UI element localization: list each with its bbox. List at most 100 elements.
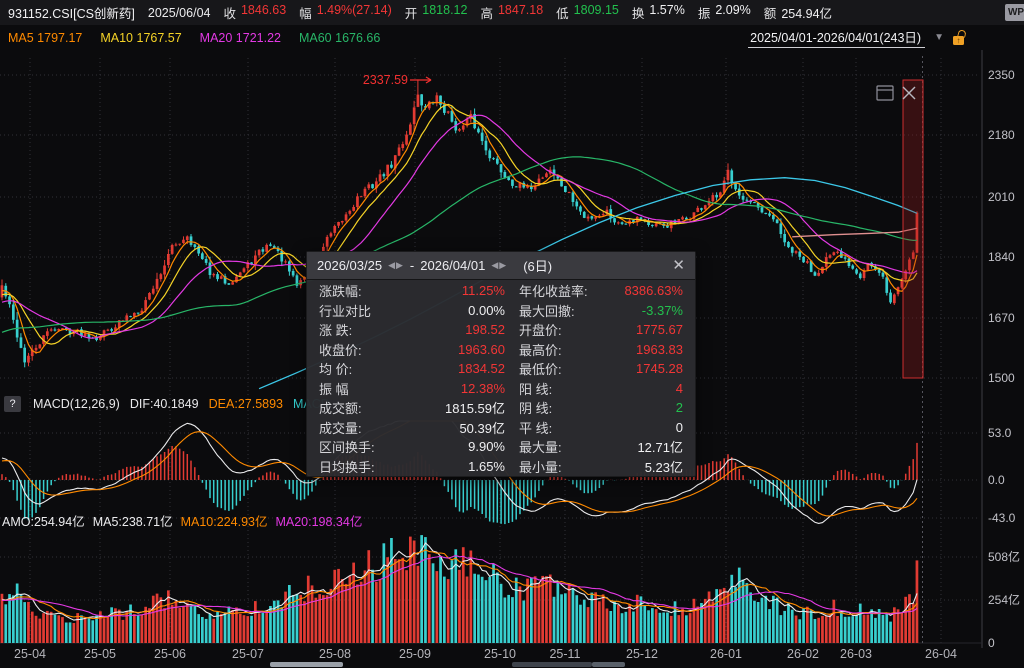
stat-label: 均 价: — [319, 359, 399, 378]
x-axis-month-label: 25-04 — [14, 647, 46, 661]
stat-value: 0 — [603, 420, 683, 435]
ma-legend-item: MA5 1797.17 — [8, 31, 82, 45]
amo-legend-item: MA20:198.34亿 — [275, 511, 362, 530]
popup-stat-row: 振 幅12.38%阳 线:4 — [307, 379, 695, 399]
stat-value: 9.90% — [399, 439, 505, 454]
stat-label: 涨 跌: — [319, 320, 399, 339]
amo-legend: AMO:254.94亿MA5:238.71亿MA10:224.93亿MA20:1… — [2, 511, 362, 530]
scrollbar-handle[interactable] — [512, 662, 592, 667]
field-value: 1.49%(27.14) — [317, 3, 392, 22]
quote-field: 开1818.12 — [405, 3, 468, 22]
stat-value: 0.00% — [399, 303, 505, 318]
quote-field: 收1846.63 — [223, 3, 286, 22]
help-icon[interactable]: ? — [4, 396, 21, 412]
stat-label: 收盘价: — [319, 340, 399, 359]
range-selection-region[interactable] — [903, 80, 923, 378]
macd-legend-item: DIF:40.1849 — [130, 397, 199, 411]
quote-date: 2025/06/04 — [148, 6, 211, 20]
price-axis-tick: 2350 — [988, 68, 1015, 82]
stat-label: 阳 线: — [519, 379, 603, 398]
quote-field: 换1.57% — [632, 3, 685, 22]
field-value: 1809.15 — [574, 3, 619, 22]
popup-stat-row: 涨跌幅:11.25%年化收益率:8386.63% — [307, 281, 695, 301]
stat-label: 成交量: — [319, 418, 399, 437]
quote-fields: 收1846.63幅1.49%(27.14)开1818.12高1847.18低18… — [223, 3, 832, 22]
popup-stat-row: 成交量:50.39亿平 线:0 — [307, 418, 695, 438]
stat-value: 11.25% — [399, 283, 505, 298]
range-end-step-icons[interactable]: ◀▶ — [491, 260, 507, 271]
date-range-selector[interactable]: 2025/04/01-2026/04/01(243日) — [748, 27, 925, 48]
stat-label: 平 线: — [519, 418, 603, 437]
macd-legend-item: MACD(12,26,9) — [33, 397, 120, 411]
stat-label: 最大量: — [519, 437, 603, 456]
popout-icon[interactable] — [877, 86, 893, 100]
quote-field: 低 1809.15 — [556, 3, 619, 22]
scrollbar-handle[interactable] — [592, 662, 625, 667]
x-axis-month-label: 26-04 — [925, 647, 957, 661]
popup-stat-row: 日均换手:1.65%最小量:5.23亿 — [307, 457, 695, 477]
stat-label: 最高价: — [519, 340, 603, 359]
popup-stat-row: 涨 跌:198.52开盘价:1775.67 — [307, 320, 695, 340]
scrollbar-handle[interactable] — [270, 662, 343, 667]
date-range-control: 2025/04/01-2026/04/01(243日) ▼ ↑ — [748, 27, 1016, 48]
stat-label: 最低价: — [519, 359, 603, 378]
stat-value: 1.65% — [399, 459, 505, 474]
range-dash: - — [410, 258, 414, 273]
amo-legend-item: AMO:254.94亿 — [2, 511, 85, 530]
range-start-date: 2026/03/25 — [317, 258, 382, 273]
ma-legend-item: MA20 1721.22 — [200, 31, 281, 45]
stat-value: 1745.28 — [603, 361, 683, 376]
close-icon[interactable]: ✕ — [672, 258, 685, 273]
macd-legend-row: ? MACD(12,26,9)DIF:40.1849DEA:27.5893MAC… — [4, 396, 330, 412]
high-annotation: 2337.59 — [363, 73, 408, 87]
range-day-count: (6日) — [523, 256, 552, 275]
popup-stat-row: 行业对比0.00%最大回撤:-3.37% — [307, 301, 695, 321]
macd-legend: MACD(12,26,9)DIF:40.1849DEA:27.5893MACD — [33, 397, 330, 411]
stat-label: 振 幅 — [319, 379, 399, 398]
range-end-date: 2026/04/01 — [420, 258, 485, 273]
amo-legend-row: AMO:254.94亿MA5:238.71亿MA10:224.93亿MA20:1… — [2, 511, 362, 530]
price-axis-tick: 1670 — [988, 311, 1015, 325]
ma-legend: MA5 1797.17MA10 1767.57MA20 1721.22MA60 … — [8, 31, 380, 45]
stat-label: 成交额: — [319, 398, 399, 417]
ma-legend-item: MA60 1676.66 — [299, 31, 380, 45]
field-label: 低 — [556, 3, 569, 22]
field-label: 高 — [480, 3, 493, 22]
x-axis-month-label: 25-11 — [549, 647, 580, 661]
stat-value: 198.52 — [399, 322, 505, 337]
stat-label: 涨跌幅: — [319, 281, 399, 300]
wp-badge[interactable]: WP — [1005, 4, 1024, 21]
range-start-step-icons[interactable]: ◀▶ — [388, 260, 404, 271]
field-value: 1818.12 — [422, 3, 467, 22]
x-axis-month-label: 26-03 — [840, 647, 872, 661]
stat-value: 1834.52 — [399, 361, 505, 376]
volume-bars — [1, 535, 919, 643]
annotation-arrow-icon — [410, 77, 431, 83]
field-label: 收 — [223, 3, 236, 22]
popup-stat-row: 区间换手:9.90%最大量:12.71亿 — [307, 437, 695, 457]
stat-label: 最大回撤: — [519, 301, 603, 320]
chevron-down-icon[interactable]: ▼ — [934, 32, 944, 43]
popup-rows: 涨跌幅:11.25%年化收益率:8386.63%行业对比0.00%最大回撤:-3… — [307, 280, 695, 476]
quote-info-bar: 931152.CSI[CS创新药] 2025/06/04 收1846.63幅1.… — [0, 0, 1024, 25]
baseline-line — [792, 228, 917, 237]
macd-legend-item: DEA:27.5893 — [209, 397, 283, 411]
x-axis-month-label: 25-05 — [84, 647, 116, 661]
stat-value: 1815.59亿 — [399, 398, 505, 417]
stat-value: 1963.60 — [399, 342, 505, 357]
x-axis-month-label: 25-09 — [399, 647, 431, 661]
amo-legend-item: MA10:224.93亿 — [181, 511, 268, 530]
price-axis-tick: 2180 — [988, 128, 1015, 142]
x-axis-month-label: 25-10 — [484, 647, 516, 661]
field-label: 额 — [764, 3, 777, 22]
stat-value: 12.38% — [399, 381, 505, 396]
stat-label: 区间换手: — [319, 437, 399, 456]
x-axis-month-label: 25-07 — [232, 647, 264, 661]
stat-value: 1775.67 — [603, 322, 683, 337]
unlock-icon[interactable]: ↑ — [953, 30, 966, 45]
stat-value: 8386.63% — [603, 283, 683, 298]
lock-body: ↑ — [953, 36, 964, 45]
volume-axis-tick: 508亿 — [988, 549, 1020, 564]
popup-header: 2026/03/25 ◀▶ - 2026/04/01 ◀▶ (6日) ✕ — [307, 252, 695, 280]
stat-value: 5.23亿 — [603, 457, 683, 476]
